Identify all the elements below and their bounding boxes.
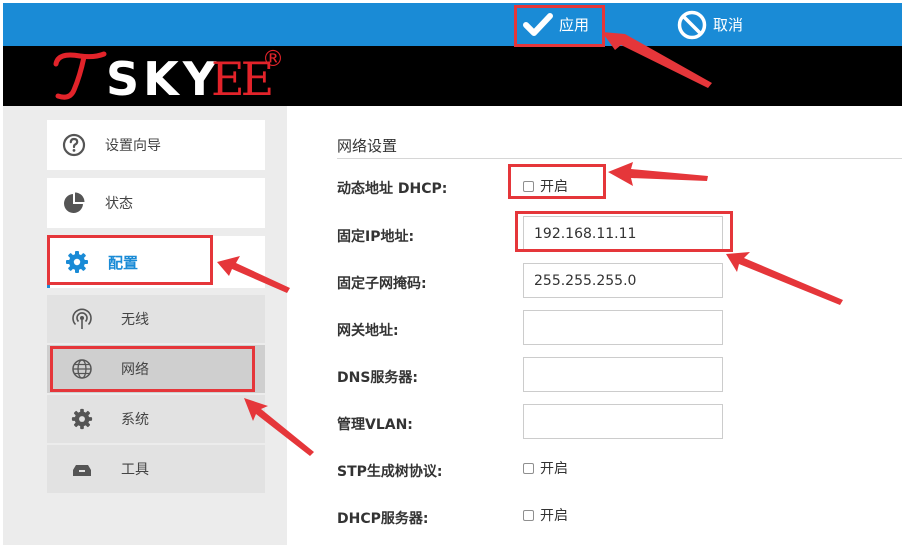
section-title: 网络设置 <box>337 137 398 155</box>
pie-chart-icon <box>62 191 86 215</box>
stp-checkbox[interactable]: 开启 <box>523 458 568 478</box>
sidebar-item-label: 工具 <box>121 462 149 478</box>
brand-logo-text: SKY <box>106 52 221 106</box>
dhcp-server-checkbox[interactable]: 开启 <box>523 505 568 525</box>
logo-bar: SKY EE ® <box>3 46 902 106</box>
vlan-input[interactable] <box>523 404 723 439</box>
checkbox-box[interactable] <box>523 462 534 474</box>
dhcp-checkbox[interactable]: 开启 <box>523 176 568 196</box>
sidebar-item-setup-wizard[interactable]: 设置向导 <box>47 120 265 170</box>
sidebar-subitem-wireless[interactable]: 无线 <box>47 295 265 343</box>
registered-mark: ® <box>262 47 284 72</box>
dhcp-server-label: DHCP服务器: <box>337 511 429 527</box>
sidebar-subitem-network[interactable]: 网络 <box>47 345 265 393</box>
apply-label: 应用 <box>559 16 590 34</box>
cancel-button[interactable]: 取消 <box>677 3 743 46</box>
sidebar-item-status[interactable]: 状态 <box>47 178 265 228</box>
prohibited-icon <box>677 10 707 40</box>
sidebar-item-label: 网络 <box>121 362 149 378</box>
section-divider <box>337 158 902 159</box>
dhcp-label: 动态地址 DHCP: <box>337 181 448 197</box>
stp-option-label: 开启 <box>540 461 568 477</box>
arrow-to-dhcp <box>608 162 708 186</box>
subnet-mask-input[interactable] <box>523 263 723 298</box>
static-ip-input[interactable] <box>523 216 723 251</box>
subnet-mask-label: 固定子网掩码: <box>337 276 427 292</box>
apply-button[interactable]: 应用 <box>523 3 589 46</box>
arrow-to-ip <box>726 252 843 305</box>
top-toolbar: 应用 取消 <box>3 3 902 46</box>
checkbox-box[interactable] <box>523 180 534 192</box>
sidebar-subitem-tools[interactable]: 工具 <box>47 445 265 493</box>
checkbox-box[interactable] <box>523 509 534 521</box>
sidebar-item-label: 状态 <box>105 196 133 212</box>
cancel-label: 取消 <box>713 16 744 34</box>
globe-icon <box>71 358 93 380</box>
gateway-label: 网关地址: <box>337 323 399 339</box>
toolbox-icon <box>71 458 93 480</box>
sidebar-item-label: 设置向导 <box>105 138 161 154</box>
dns-label: DNS服务器: <box>337 370 419 386</box>
gateway-input[interactable] <box>523 310 723 345</box>
stp-label: STP生成树协议: <box>337 464 443 480</box>
dhcp-option-label: 开启 <box>540 179 568 195</box>
dns-input[interactable] <box>523 357 723 392</box>
gear-icon <box>71 408 93 430</box>
brand-t-logo-mark <box>50 46 110 106</box>
sidebar-item-label: 无线 <box>121 312 149 328</box>
question-circle-icon <box>62 133 86 157</box>
static-ip-label: 固定IP地址: <box>337 229 415 245</box>
sidebar-subitem-system[interactable]: 系统 <box>47 395 265 443</box>
dhcp-server-option-label: 开启 <box>540 508 568 524</box>
sidebar-item-config[interactable]: 配置 <box>47 236 265 288</box>
vlan-label: 管理VLAN: <box>337 417 413 433</box>
sidebar-item-label: 系统 <box>121 412 149 428</box>
sidebar-item-label: 配置 <box>108 253 139 272</box>
gear-icon <box>65 250 89 274</box>
checkmark-icon <box>523 12 553 38</box>
wireless-icon <box>71 308 93 330</box>
